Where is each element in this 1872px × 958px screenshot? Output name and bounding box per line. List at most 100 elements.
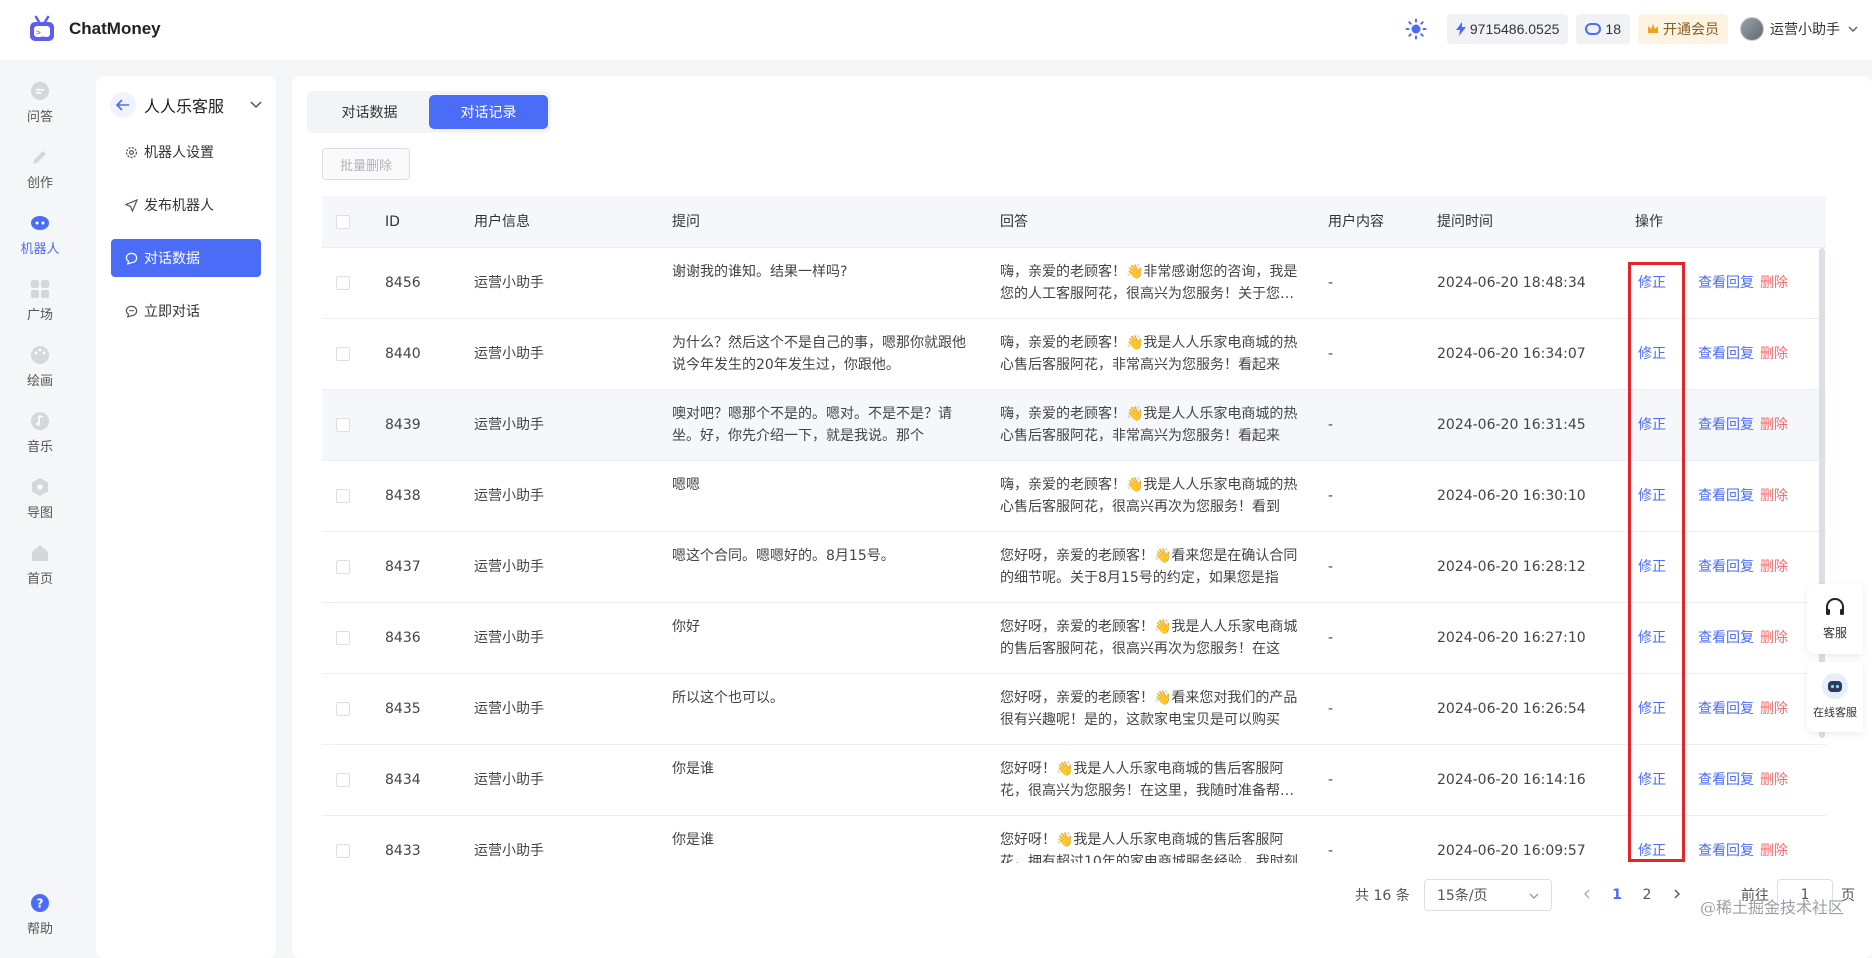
next-page-icon[interactable] xyxy=(1662,887,1692,903)
row-checkbox[interactable] xyxy=(336,773,350,787)
table-row: 8439 运营小助手 噢对吧？嗯那个不是的。嗯对。不是不是？请坐。好，你先介绍一下，… xyxy=(322,390,1826,461)
pagination-pages: 1 2 xyxy=(1572,879,1692,911)
col-answer: 回答 xyxy=(1000,214,1028,230)
chat-icon xyxy=(125,252,138,265)
cell-answer: 您好呀，亲爱的老顾客！👋看来您对我们的产品很有兴趣呢！是的，这款家电宝贝是可以购… xyxy=(1000,690,1298,728)
rail-item-mindmap[interactable]: 导图 xyxy=(0,476,80,521)
cell-user: 运营小助手 xyxy=(474,843,544,859)
view-reply-button[interactable]: 查看回复 xyxy=(1698,414,1754,436)
rail-item-robot[interactable]: 机器人 xyxy=(0,212,80,257)
cell-user: 运营小助手 xyxy=(474,417,544,433)
view-reply-button[interactable]: 查看回复 xyxy=(1698,343,1754,365)
cell-id: 8435 xyxy=(385,701,421,717)
cell-question: 你是谁 xyxy=(672,832,714,848)
cell-time: 2024-06-20 16:28:12 xyxy=(1437,559,1586,575)
tab-bar: 对话数据 对话记录 xyxy=(307,91,551,133)
rail-item-draw[interactable]: 绘画 xyxy=(0,344,80,389)
vip-button[interactable]: 开通会员 xyxy=(1638,14,1728,44)
theme-toggle-sun-icon[interactable] xyxy=(1405,18,1427,40)
rail-item-home[interactable]: 首页 xyxy=(0,542,80,587)
row-checkbox[interactable] xyxy=(336,844,350,858)
user-menu[interactable]: 运营小助手 xyxy=(1740,17,1858,41)
table-row: 8434 运营小助手 你是谁 您好呀！👋我是人人乐家电商城的售后客服阿花，很高兴为您服… xyxy=(322,745,1826,816)
row-checkbox[interactable] xyxy=(336,276,350,290)
select-all-checkbox[interactable] xyxy=(336,215,350,229)
rail-item-plaza[interactable]: 广场 xyxy=(0,278,80,323)
table-row: 8433 运营小助手 你是谁 您好呀！👋我是人人乐家电商城的售后客服阿花，拥有超过10… xyxy=(322,816,1826,863)
row-checkbox[interactable] xyxy=(336,702,350,716)
sidebar-item-robot-settings[interactable]: 机器人设置 xyxy=(111,133,261,171)
count-chip[interactable]: 18 xyxy=(1576,14,1630,44)
page-2[interactable]: 2 xyxy=(1632,887,1662,903)
rail-item-create[interactable]: 创作 xyxy=(0,146,80,191)
view-reply-button[interactable]: 查看回复 xyxy=(1698,627,1754,649)
gear-icon xyxy=(125,146,138,159)
balance-chip[interactable]: 9715486.0525 xyxy=(1446,14,1569,44)
cell-question: 嗯这个合同。嗯嗯好的。8月15号。 xyxy=(672,548,895,564)
cell-id: 8440 xyxy=(385,346,421,362)
delete-button[interactable]: 删除 xyxy=(1760,414,1788,436)
logo-icon[interactable]: >_ xyxy=(27,14,57,44)
page-1[interactable]: 1 xyxy=(1602,887,1632,903)
cell-user: 运营小助手 xyxy=(474,346,544,362)
view-reply-button[interactable]: 查看回复 xyxy=(1698,840,1754,862)
delete-button[interactable]: 删除 xyxy=(1760,698,1788,720)
delete-button[interactable]: 删除 xyxy=(1760,840,1788,862)
row-checkbox[interactable] xyxy=(336,347,350,361)
bot-selector[interactable]: 人人乐客服 xyxy=(110,90,262,120)
row-checkbox[interactable] xyxy=(336,560,350,574)
row-checkbox[interactable] xyxy=(336,489,350,503)
row-checkbox[interactable] xyxy=(336,418,350,432)
rail-item-qa[interactable]: 问答 xyxy=(0,80,80,125)
chevron-down-icon xyxy=(1529,887,1539,903)
row-checkbox[interactable] xyxy=(336,631,350,645)
col-id: ID xyxy=(385,214,400,230)
sidebar-item-chat-data[interactable]: 对话数据 xyxy=(111,239,261,277)
cell-question: 所以这个也可以。 xyxy=(672,690,784,706)
cell-user: 运营小助手 xyxy=(474,275,544,291)
table-header: ID 用户信息 提问 回答 用户内容 提问时间 操作 xyxy=(322,196,1826,248)
prev-page-icon[interactable] xyxy=(1572,887,1602,903)
delete-button[interactable]: 删除 xyxy=(1760,769,1788,791)
batch-delete-button[interactable]: 批量删除 xyxy=(322,148,410,180)
view-reply-button[interactable]: 查看回复 xyxy=(1698,769,1754,791)
cell-question: 你是谁 xyxy=(672,761,714,777)
delete-button[interactable]: 删除 xyxy=(1760,272,1788,294)
sidebar-item-publish-robot[interactable]: 发布机器人 xyxy=(111,186,261,224)
view-reply-button[interactable]: 查看回复 xyxy=(1698,272,1754,294)
cell-time: 2024-06-20 16:26:54 xyxy=(1437,701,1586,717)
delete-button[interactable]: 删除 xyxy=(1760,556,1788,578)
cell-user: 运营小助手 xyxy=(474,488,544,504)
delete-button[interactable]: 删除 xyxy=(1760,627,1788,649)
cell-user-content: - xyxy=(1328,559,1334,575)
cell-id: 8433 xyxy=(385,843,421,859)
tab-chat-records[interactable]: 对话记录 xyxy=(429,95,548,129)
table-row: 8435 运营小助手 所以这个也可以。 您好呀，亲爱的老顾客！👋看来您对我们的产品很有… xyxy=(322,674,1826,745)
robot-avatar-icon xyxy=(1821,672,1849,700)
cell-question: 为什么？然后这个不是自己的事，嗯那你就跟他说今年发生的20年发生过，你跟他。 xyxy=(672,335,966,373)
rail-item-help[interactable]: ? 帮助 xyxy=(0,892,80,937)
cell-question: 你好 xyxy=(672,619,700,635)
online-service-button[interactable]: 在线客服 xyxy=(1807,662,1863,732)
view-reply-button[interactable]: 查看回复 xyxy=(1698,485,1754,507)
page-size-select[interactable]: 15条/页 xyxy=(1424,879,1552,911)
view-reply-button[interactable]: 查看回复 xyxy=(1698,698,1754,720)
chat-bubble-icon xyxy=(29,80,51,102)
cell-id: 8438 xyxy=(385,488,421,504)
sidebar-item-chat-now[interactable]: 立即对话 xyxy=(111,292,261,330)
delete-button[interactable]: 删除 xyxy=(1760,343,1788,365)
robot-icon xyxy=(29,212,51,234)
customer-service-button[interactable]: 客服 xyxy=(1807,584,1863,654)
help-icon: ? xyxy=(29,892,51,914)
main-nav-rail: 问答 创作 机器人 广场 绘画 音乐 导图 首页 ? 帮助 xyxy=(0,60,80,958)
rail-item-music[interactable]: 音乐 xyxy=(0,410,80,455)
back-arrow-icon[interactable] xyxy=(110,92,136,118)
delete-button[interactable]: 删除 xyxy=(1760,485,1788,507)
cell-user-content: - xyxy=(1328,488,1334,504)
palette-icon xyxy=(29,344,51,366)
cell-question: 嗯嗯 xyxy=(672,477,700,493)
view-reply-button[interactable]: 查看回复 xyxy=(1698,556,1754,578)
cell-user-content: - xyxy=(1328,346,1334,362)
cell-user: 运营小助手 xyxy=(474,772,544,788)
tab-chat-data[interactable]: 对话数据 xyxy=(310,95,429,129)
